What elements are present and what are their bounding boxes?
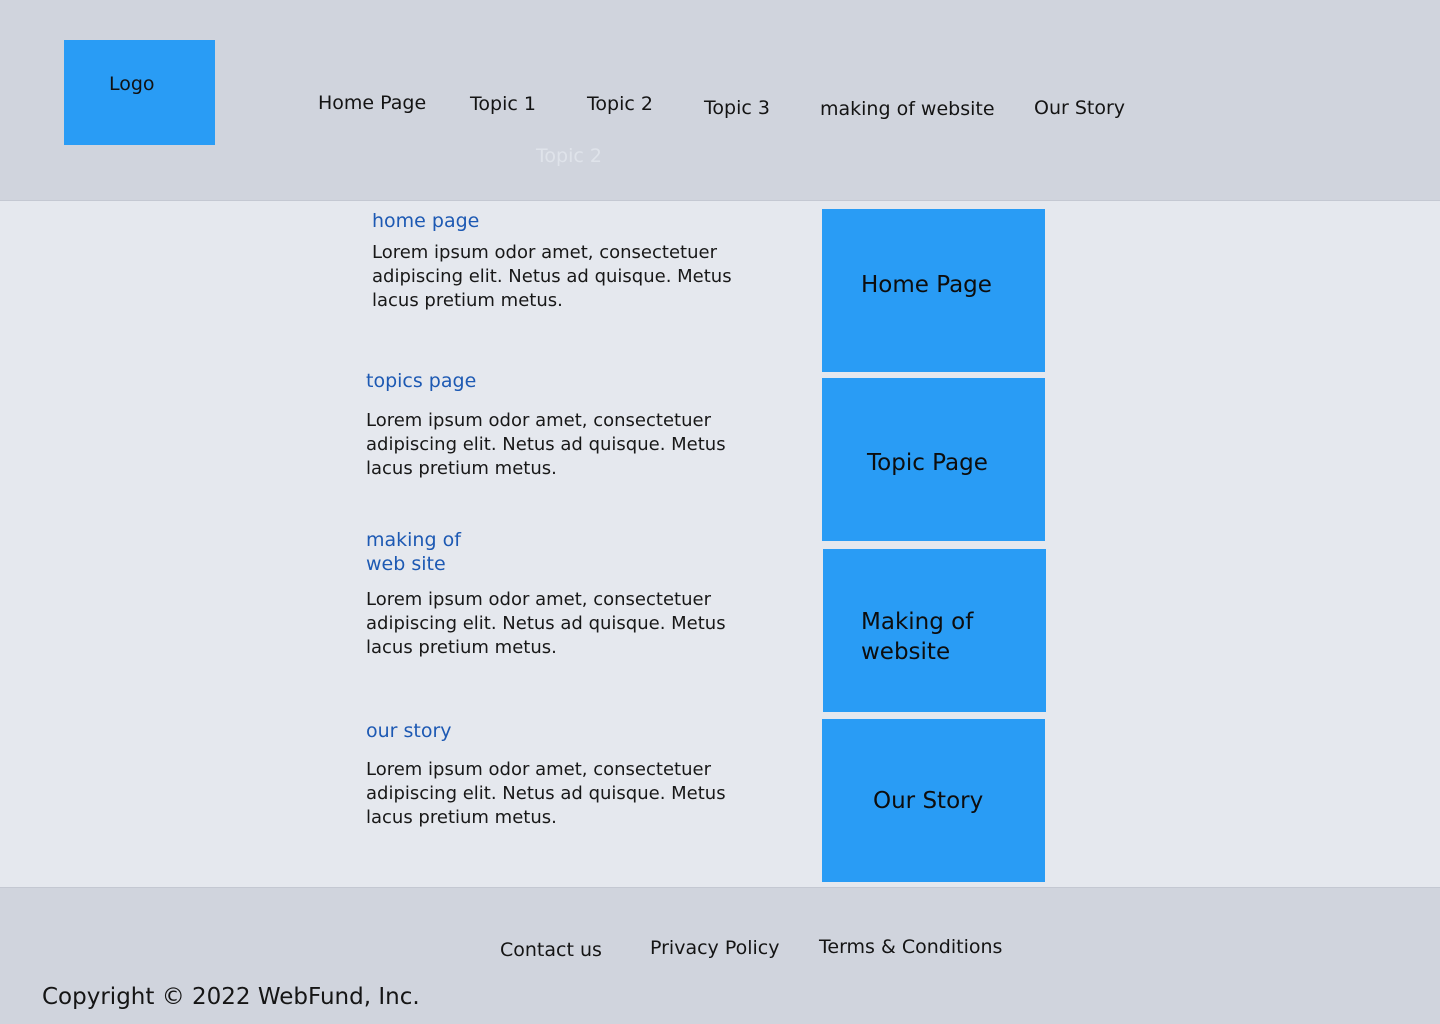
logo[interactable]: Logo: [64, 40, 215, 145]
page: Logo Home Page Topic 1 Topic 2 Topic 3 m…: [0, 0, 1440, 1024]
footer-contact-us-link[interactable]: Contact us: [500, 939, 602, 961]
card-making-of-website[interactable]: Making of website: [823, 549, 1046, 712]
logo-label: Logo: [109, 73, 155, 95]
card-label-making-of-website: Making of website: [861, 609, 974, 665]
nav-topic-3[interactable]: Topic 3: [704, 97, 770, 119]
copyright-text: Copyright © 2022 WebFund, Inc.: [42, 984, 420, 1010]
section-heading-topics-page[interactable]: topics page: [366, 369, 476, 393]
site-footer: Contact us Privacy Policy Terms & Condit…: [0, 887, 1440, 1024]
card-home-page[interactable]: Home Page: [822, 209, 1045, 372]
nav-our-story[interactable]: Our Story: [1034, 97, 1125, 119]
card-topic-page[interactable]: Topic Page: [822, 378, 1045, 541]
card-label-home-page: Home Page: [861, 272, 992, 298]
footer-terms-conditions-link[interactable]: Terms & Conditions: [819, 936, 1002, 958]
section-text-topics-page: Lorem ipsum odor amet, consectetuer adip…: [366, 410, 726, 479]
nav-making-of-website[interactable]: making of website: [820, 98, 995, 120]
nav-topic-2[interactable]: Topic 2: [587, 93, 653, 115]
nav-topic-1[interactable]: Topic 1: [470, 93, 536, 115]
section-text-our-story: Lorem ipsum odor amet, consectetuer adip…: [366, 759, 726, 828]
nav-home-page[interactable]: Home Page: [318, 92, 426, 114]
ghost-drag-label: Topic 2: [536, 145, 602, 167]
site-header: Logo Home Page Topic 1 Topic 2 Topic 3 m…: [0, 0, 1440, 201]
card-label-topic-page: Topic Page: [867, 450, 988, 476]
section-heading-making-of-web-site[interactable]: making of web site: [366, 528, 461, 576]
section-heading-home-page[interactable]: home page: [372, 209, 479, 233]
section-text-home-page: Lorem ipsum odor amet, consectetuer adip…: [372, 242, 732, 311]
card-our-story[interactable]: Our Story: [822, 719, 1045, 882]
section-heading-our-story[interactable]: our story: [366, 719, 452, 743]
section-text-making-of-web-site: Lorem ipsum odor amet, consectetuer adip…: [366, 589, 726, 658]
card-label-our-story: Our Story: [873, 788, 984, 814]
footer-privacy-policy-link[interactable]: Privacy Policy: [650, 937, 779, 959]
